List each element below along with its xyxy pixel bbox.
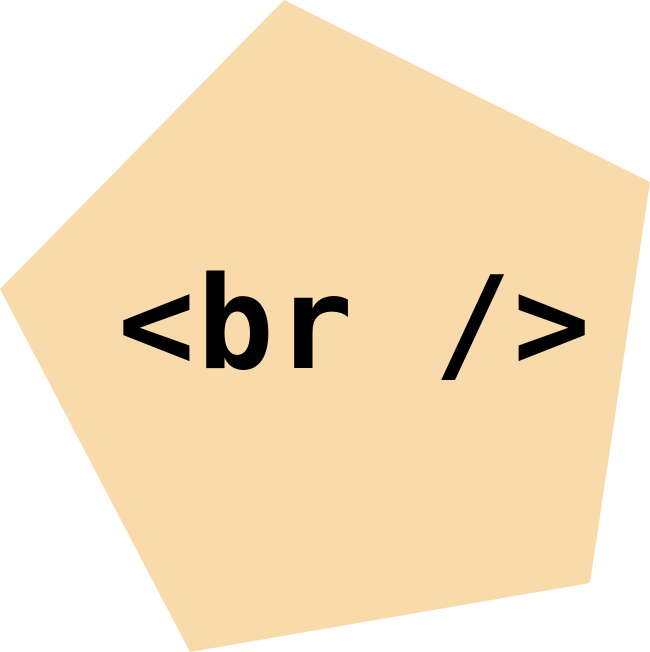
pentagon-graphic: <br /> (0, 0, 650, 652)
br-tag-label: <br /> (118, 250, 592, 399)
pentagon-svg: <br /> (0, 0, 650, 652)
